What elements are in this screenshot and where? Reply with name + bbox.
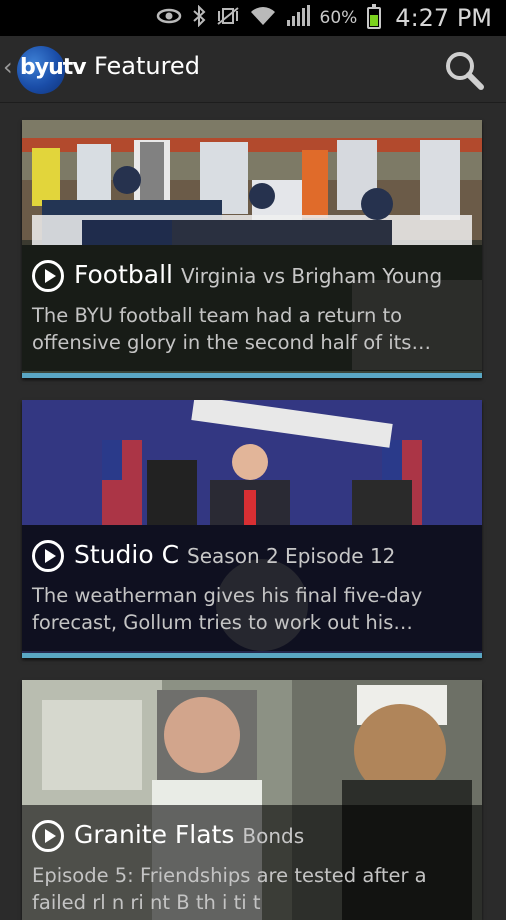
card-accent-bar xyxy=(22,373,482,378)
status-bar: 60% 4:27 PM xyxy=(0,0,506,36)
episode-name: Bonds xyxy=(242,824,305,848)
card-description: The BYU football team had a return to of… xyxy=(32,304,431,354)
show-name: Granite Flats xyxy=(74,820,235,849)
battery-fill xyxy=(370,15,379,26)
battery-icon xyxy=(367,4,382,29)
bluetooth-icon xyxy=(192,4,206,32)
wifi-icon xyxy=(250,5,276,32)
featured-card-studio-c[interactable]: Studio C Season 2 Episode 12 The weather… xyxy=(22,400,482,658)
card-description: Episode 5: Friendships are tested after … xyxy=(32,864,427,914)
card-accent-bar xyxy=(22,653,482,658)
logo-text: byutv xyxy=(20,55,87,80)
vibrate-icon xyxy=(216,6,240,31)
show-name: Studio C xyxy=(74,540,180,569)
featured-card-granite-flats[interactable]: Granite Flats Bonds Episode 5: Friendshi… xyxy=(22,680,482,920)
play-icon[interactable] xyxy=(32,820,64,852)
screen-title: Featured xyxy=(94,52,200,80)
battery-percent: 60% xyxy=(319,8,358,28)
card-title-row: Granite Flats Bonds xyxy=(32,820,476,852)
play-icon[interactable] xyxy=(32,260,64,292)
episode-name: Season 2 Episode 12 xyxy=(187,544,396,568)
search-button[interactable] xyxy=(440,48,488,92)
signal-icon xyxy=(286,4,310,32)
chevron-left-icon: ‹ xyxy=(3,53,13,81)
episode-name: Virginia vs Brigham Young xyxy=(180,264,443,288)
clock: 4:27 PM xyxy=(395,4,492,32)
eye-icon xyxy=(156,6,182,30)
home-up-button[interactable]: ‹ byutv xyxy=(0,36,87,102)
search-icon xyxy=(446,52,484,90)
show-name: Football xyxy=(74,260,173,289)
play-icon[interactable] xyxy=(32,540,64,572)
card-title-row: Studio C Season 2 Episode 12 xyxy=(32,540,476,572)
card-title-row: Football Virginia vs Brigham Young xyxy=(32,260,476,292)
card-description: The weatherman gives his final five-day … xyxy=(32,584,423,634)
status-icons: 60% 4:27 PM xyxy=(156,0,492,36)
action-bar: ‹ byutv Featured xyxy=(0,36,506,103)
featured-card-football[interactable]: Football Virginia vs Brigham Young The B… xyxy=(22,120,482,378)
